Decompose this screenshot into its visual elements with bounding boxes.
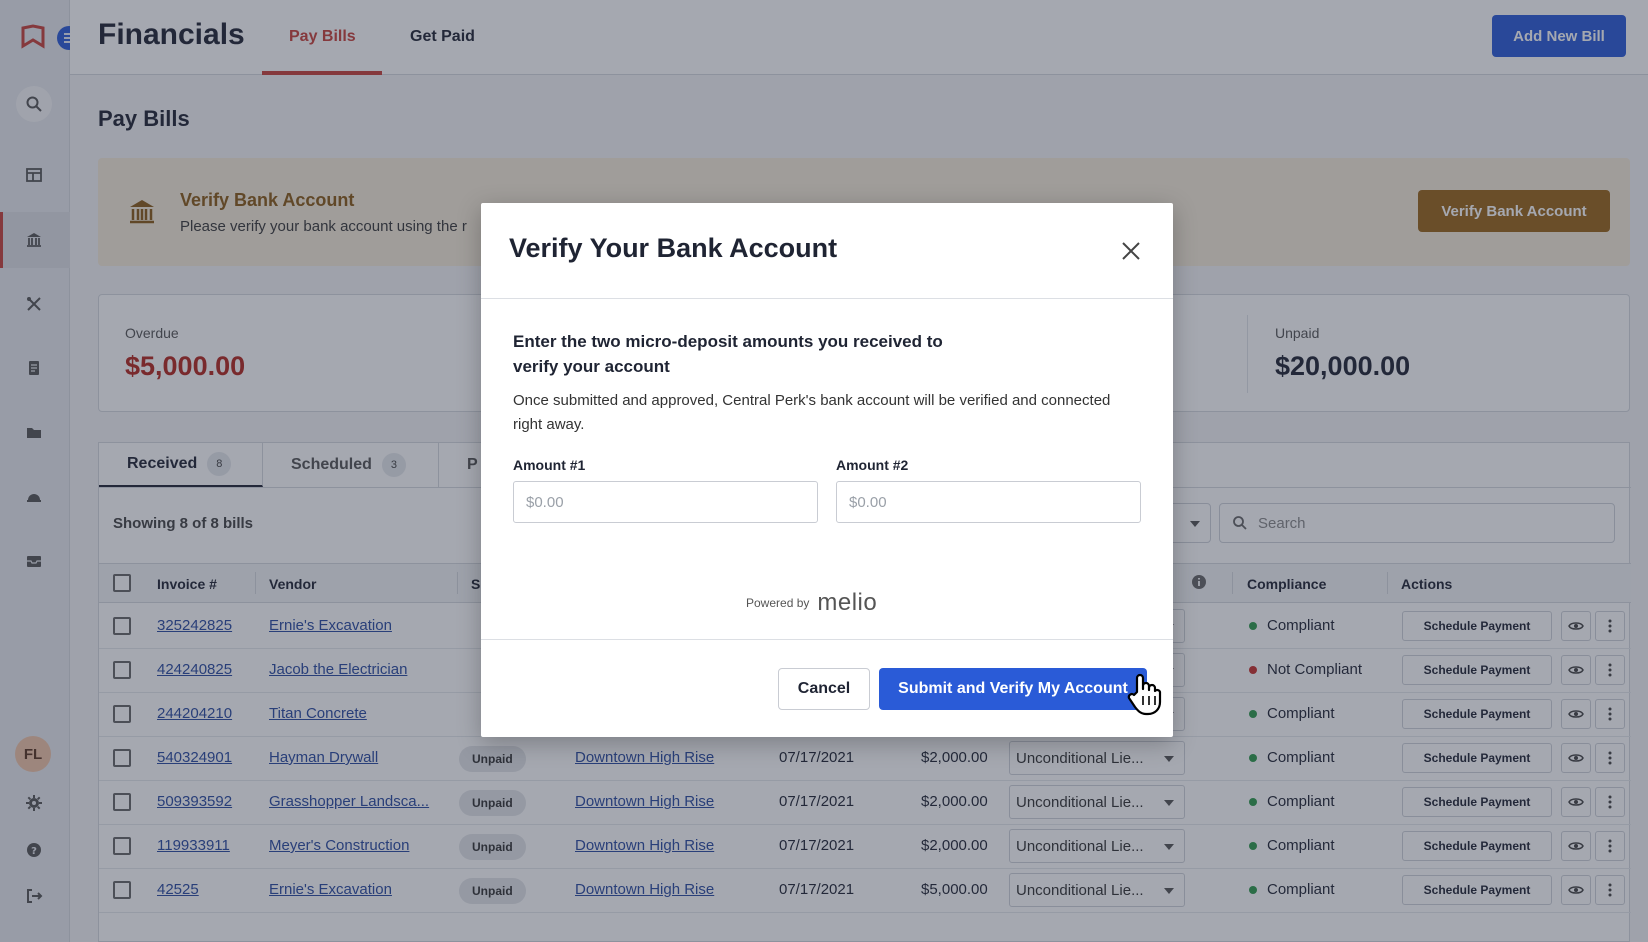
- modal-divider: [481, 298, 1173, 299]
- amount1-field[interactable]: [513, 481, 818, 523]
- powered-by-label: Powered by: [746, 596, 810, 610]
- hand-cursor-icon: [1127, 673, 1162, 716]
- modal-title: Verify Your Bank Account: [509, 233, 838, 263]
- modal-description: Once submitted and approved, Central Per…: [513, 392, 1111, 433]
- powered-by-melio: Powered by melio: [746, 589, 877, 617]
- cancel-button[interactable]: Cancel: [778, 668, 870, 710]
- melio-logo: melio: [817, 589, 878, 616]
- submit-verify-button[interactable]: Submit and Verify My Account: [879, 668, 1147, 710]
- amount2-label: Amount #2: [836, 457, 909, 473]
- close-icon[interactable]: [1117, 237, 1145, 265]
- modal-heading-line1: Enter the two micro-deposit amounts you …: [513, 332, 943, 351]
- verify-bank-modal: Verify Your Bank Account Enter the two m…: [481, 203, 1173, 737]
- modal-footer-divider: [481, 639, 1173, 640]
- amount2-field[interactable]: [836, 481, 1141, 523]
- modal-heading: Enter the two micro-deposit amounts you …: [513, 329, 1033, 379]
- amount1-label: Amount #1: [513, 457, 586, 473]
- modal-heading-line2: verify your account: [513, 357, 670, 376]
